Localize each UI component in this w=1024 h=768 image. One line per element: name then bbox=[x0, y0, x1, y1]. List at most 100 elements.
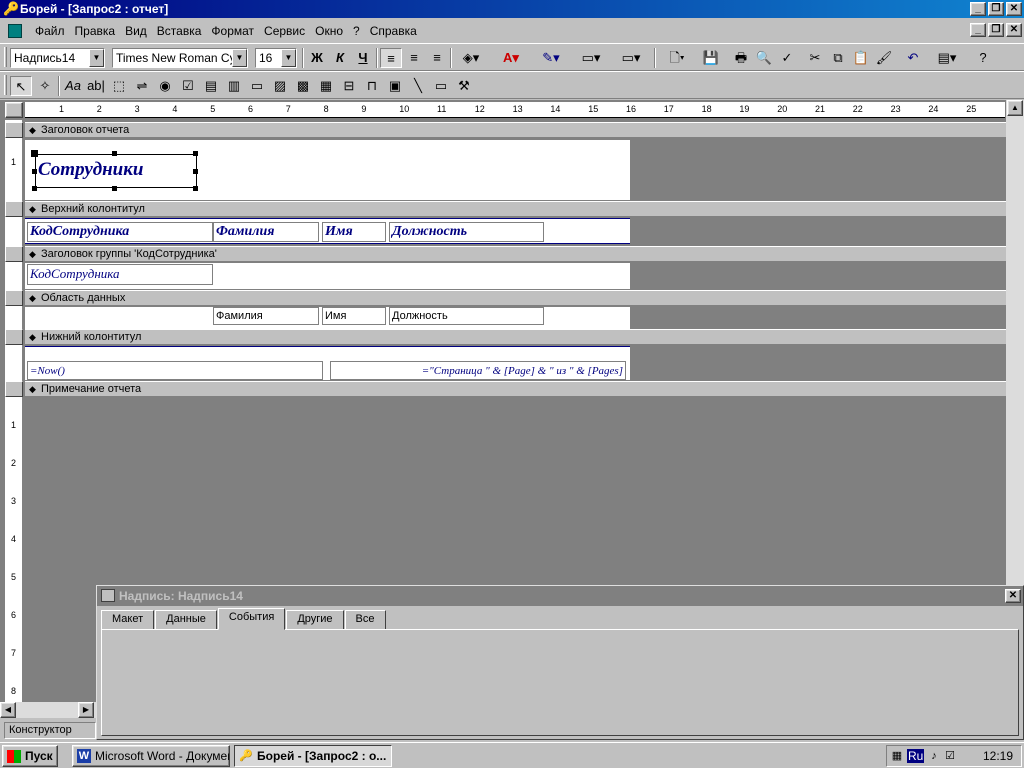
italic-button[interactable]: К bbox=[329, 48, 351, 68]
select-objects-icon[interactable]: ↖ bbox=[10, 76, 32, 96]
menu-format[interactable]: Формат bbox=[206, 24, 259, 38]
fill-color-icon[interactable]: ◈▾ bbox=[454, 48, 488, 68]
align-right-icon[interactable]: ≡ bbox=[426, 48, 448, 68]
firstname-field[interactable]: Имя bbox=[322, 307, 386, 325]
property-sheet-close-button[interactable]: ✕ bbox=[1005, 589, 1021, 603]
help-icon[interactable]: ? bbox=[972, 48, 994, 68]
paste-icon[interactable]: 📋 bbox=[850, 48, 872, 68]
bold-button[interactable]: Ж bbox=[306, 48, 328, 68]
command-button-icon[interactable]: ▭ bbox=[246, 76, 268, 96]
view-icon[interactable]: 🗋▾ bbox=[660, 48, 694, 68]
section-selector[interactable] bbox=[5, 381, 23, 397]
unbound-object-icon[interactable]: ▩ bbox=[292, 76, 314, 96]
print-icon[interactable]: 🖶 bbox=[730, 48, 752, 68]
listbox-tool-icon[interactable]: ▥ bbox=[223, 76, 245, 96]
format-painter-icon[interactable]: 🖌 bbox=[873, 48, 895, 68]
header-code-label[interactable]: КодСотрудника bbox=[27, 222, 213, 242]
resize-handle[interactable] bbox=[32, 169, 37, 174]
chevron-down-icon[interactable]: ▼ bbox=[232, 49, 247, 67]
spelling-icon[interactable]: ✓ bbox=[776, 48, 798, 68]
checkbox-tool-icon[interactable]: ☑ bbox=[177, 76, 199, 96]
resize-handle[interactable] bbox=[193, 169, 198, 174]
section-selector[interactable] bbox=[5, 122, 23, 138]
object-select[interactable]: Надпись14 ▼ bbox=[10, 48, 105, 68]
radio-tool-icon[interactable]: ◉ bbox=[154, 76, 176, 96]
undo-icon[interactable]: ↶ bbox=[902, 48, 924, 68]
toolbar-grip[interactable] bbox=[4, 47, 7, 67]
move-handle[interactable] bbox=[31, 150, 38, 157]
section-selector[interactable] bbox=[5, 246, 23, 262]
more-controls-icon[interactable]: ⚒ bbox=[453, 76, 475, 96]
page-number-field[interactable]: ="Страница " & [Page] & " из " & [Pages] bbox=[330, 361, 626, 380]
menu-file[interactable]: Файл bbox=[30, 24, 70, 38]
close-button[interactable]: ✕ bbox=[1006, 2, 1022, 16]
tab-control-icon[interactable]: ⊓ bbox=[361, 76, 383, 96]
header-position-label[interactable]: Должность bbox=[389, 222, 544, 242]
cut-icon[interactable]: ✂ bbox=[804, 48, 826, 68]
menu-insert[interactable]: Вставка bbox=[152, 24, 207, 38]
position-field[interactable]: Должность bbox=[389, 307, 544, 325]
task-icon[interactable]: ☑ bbox=[943, 749, 957, 763]
report-header-band[interactable]: Сотрудники bbox=[25, 140, 630, 200]
property-sheet-title-bar[interactable]: Надпись: Надпись14 ✕ bbox=[97, 586, 1023, 606]
header-firstname-label[interactable]: Имя bbox=[322, 222, 386, 242]
taskbar-access[interactable]: 🔑 Борей - [Запрос2 : о... bbox=[234, 745, 392, 767]
doc-close-button[interactable]: ✕ bbox=[1006, 23, 1022, 37]
option-group-icon[interactable]: ⬚ bbox=[108, 76, 130, 96]
bound-object-icon[interactable]: ▦ bbox=[315, 76, 337, 96]
section-detail[interactable]: ◆ Область данных bbox=[25, 290, 1006, 306]
underline-button[interactable]: Ч bbox=[352, 48, 374, 68]
report-selector[interactable] bbox=[5, 102, 23, 118]
tab-layout[interactable]: Макет bbox=[101, 610, 155, 630]
resize-handle[interactable] bbox=[112, 186, 117, 191]
section-page-header[interactable]: ◆ Верхний колонтитул bbox=[25, 201, 1006, 217]
toggle-button-icon[interactable]: ⇌ bbox=[131, 76, 153, 96]
lastname-field[interactable]: Фамилия bbox=[213, 307, 319, 325]
volume-icon[interactable]: ♪ bbox=[927, 749, 941, 763]
combobox-tool-icon[interactable]: ▤ bbox=[200, 76, 222, 96]
save-icon[interactable]: 💾 bbox=[700, 48, 722, 68]
tab-other[interactable]: Другие bbox=[286, 610, 344, 630]
doc-minimize-button[interactable]: _ bbox=[970, 23, 986, 37]
taskbar-word[interactable]: W Microsoft Word - Докумен... bbox=[72, 745, 230, 767]
horizontal-scrollbar[interactable]: ◀ ▶ bbox=[0, 702, 96, 718]
field-list-icon[interactable]: ▤▾ bbox=[930, 48, 964, 68]
language-indicator[interactable]: Ru bbox=[907, 749, 925, 763]
menu-view[interactable]: Вид bbox=[120, 24, 152, 38]
page-break-icon[interactable]: ⊟ bbox=[338, 76, 360, 96]
menu-help-q[interactable]: ? bbox=[348, 24, 365, 38]
image-tool-icon[interactable]: ▨ bbox=[269, 76, 291, 96]
border-width-icon[interactable]: ▭▾ bbox=[576, 48, 606, 68]
toolbar-grip[interactable] bbox=[4, 75, 7, 95]
page-footer-band[interactable]: =Now() ="Страница " & [Page] & " из " & … bbox=[25, 346, 630, 380]
group-code-field[interactable]: КодСотрудника bbox=[27, 264, 213, 285]
section-report-footer[interactable]: ◆ Примечание отчета bbox=[25, 381, 1006, 397]
section-selector[interactable] bbox=[5, 290, 23, 306]
align-center-icon[interactable]: ≡ bbox=[403, 48, 425, 68]
textbox-tool-icon[interactable]: ab| bbox=[85, 76, 107, 96]
tab-data[interactable]: Данные bbox=[155, 610, 217, 630]
group-header-band[interactable]: КодСотрудника bbox=[25, 263, 630, 289]
copy-icon[interactable]: ⧉ bbox=[827, 48, 849, 68]
scroll-up-icon[interactable]: ▲ bbox=[1007, 100, 1023, 116]
menu-edit[interactable]: Правка bbox=[70, 24, 121, 38]
subform-icon[interactable]: ▣ bbox=[384, 76, 406, 96]
scroll-right-icon[interactable]: ▶ bbox=[78, 702, 94, 718]
chevron-down-icon[interactable]: ▼ bbox=[89, 49, 104, 67]
resize-handle[interactable] bbox=[193, 186, 198, 191]
resize-handle[interactable] bbox=[32, 186, 37, 191]
special-effect-icon[interactable]: ▭▾ bbox=[614, 48, 648, 68]
section-selector[interactable] bbox=[5, 201, 23, 217]
restore-button[interactable]: ❐ bbox=[988, 2, 1004, 16]
minimize-button[interactable]: _ bbox=[970, 2, 986, 16]
font-select[interactable]: Times New Roman Cyr ▼ bbox=[112, 48, 248, 68]
title-label[interactable]: Сотрудники bbox=[35, 154, 197, 188]
start-button[interactable]: Пуск bbox=[2, 745, 58, 767]
detail-band[interactable]: Фамилия Имя Должность bbox=[25, 307, 630, 329]
resize-handle[interactable] bbox=[112, 151, 117, 156]
resize-handle[interactable] bbox=[193, 151, 198, 156]
control-wizards-icon[interactable]: ✧ bbox=[34, 76, 56, 96]
scheduler-icon[interactable]: ▦ bbox=[890, 749, 904, 763]
print-preview-icon[interactable]: 🔍 bbox=[753, 48, 775, 68]
scroll-left-icon[interactable]: ◀ bbox=[0, 702, 16, 718]
